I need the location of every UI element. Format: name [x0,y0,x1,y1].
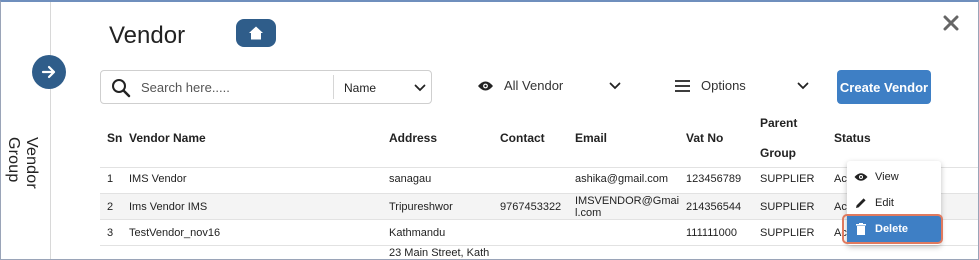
search-field-select[interactable]: Name [344,81,376,95]
cell-parent-group: SUPPLIER [760,173,815,185]
vendor-filter-label: All Vendor [504,78,564,93]
cell-sn: 3 [107,227,114,239]
home-icon [249,26,263,40]
column-header-email[interactable]: Email [575,131,607,145]
cell-status: Ac [834,201,847,213]
search-input[interactable] [141,77,331,97]
search-divider [333,75,334,99]
cell-vat-no: 214356544 [686,201,742,213]
vendor-filter-dropdown[interactable]: All Vendor [477,78,621,93]
sidebar-rail: Vendor Group [1,2,51,259]
chevron-down-icon[interactable] [414,82,426,94]
cell-address: Tripureshwor [389,201,453,213]
options-label: Options [701,78,746,93]
menu-icon [675,79,690,92]
column-header-sn[interactable]: Sn [107,131,122,145]
cell-vendor-name: IMS Vendor [129,173,187,185]
pencil-icon [856,198,866,208]
close-button[interactable] [940,12,962,34]
menu-item-view-label: View [875,171,899,183]
create-vendor-button[interactable]: Create Vendor [837,70,931,104]
menu-item-edit[interactable]: Edit [847,190,941,216]
column-header-group[interactable]: Group [760,146,796,160]
home-button[interactable] [236,19,276,47]
column-header-parent[interactable]: Parent [760,116,797,130]
menu-item-delete-label: Delete [875,223,909,235]
expand-sidebar-button[interactable] [32,55,66,89]
cell-vat-no: 123456789 [686,173,742,185]
cell-status: Ac [834,173,847,185]
vendor-window: Vendor Group Vendor Name All Vendor Opti… [0,0,979,260]
cell-address: Kathmandu [389,227,446,239]
cell-email: IMSVENDOR@Gmai [575,195,680,207]
column-header-status[interactable]: Status [834,131,871,145]
cell-vendor-name: Ims Vendor IMS [129,201,208,213]
page-title: Vendor [109,22,186,49]
cell-vat-no: 111111000 [686,227,737,239]
chevron-down-icon [797,82,809,89]
eye-icon [854,173,868,181]
arrow-right-icon [41,65,56,79]
search-box: Name [100,70,432,104]
cell-vendor-name: TestVendor_nov16 [129,227,221,239]
cell-sn: 2 [107,201,114,213]
trash-icon [856,223,866,235]
cell-parent-group: SUPPLIER [760,227,815,239]
options-dropdown[interactable]: Options [674,78,809,93]
cell-sn: 1 [107,173,114,185]
cell-parent-group: SUPPLIER [760,201,815,213]
search-icon [112,79,131,98]
cell-address: sanagau [389,173,432,185]
column-header-address[interactable]: Address [389,131,437,145]
cell-email-wrap: l.com [575,207,602,219]
cell-address: 23 Main Street, Kath [389,247,490,259]
column-header-contact[interactable]: Contact [500,131,545,145]
cell-status: Ac [834,227,847,239]
eye-icon [478,81,493,90]
sidebar-label[interactable]: Vendor Group [5,137,40,237]
table-row[interactable] [100,245,978,259]
column-header-vat-no[interactable]: Vat No [686,131,723,145]
column-header-vendor-name[interactable]: Vendor Name [129,131,206,145]
menu-item-delete[interactable]: Delete [847,216,941,242]
cell-email: ashika@gmail.com [575,173,669,185]
close-icon [943,15,959,31]
chevron-down-icon [609,82,621,89]
row-action-menu: View Edit Delete [847,161,941,245]
cell-contact: 9767453322 [500,201,562,213]
menu-item-view[interactable]: View [847,164,941,190]
menu-item-edit-label: Edit [875,197,894,209]
